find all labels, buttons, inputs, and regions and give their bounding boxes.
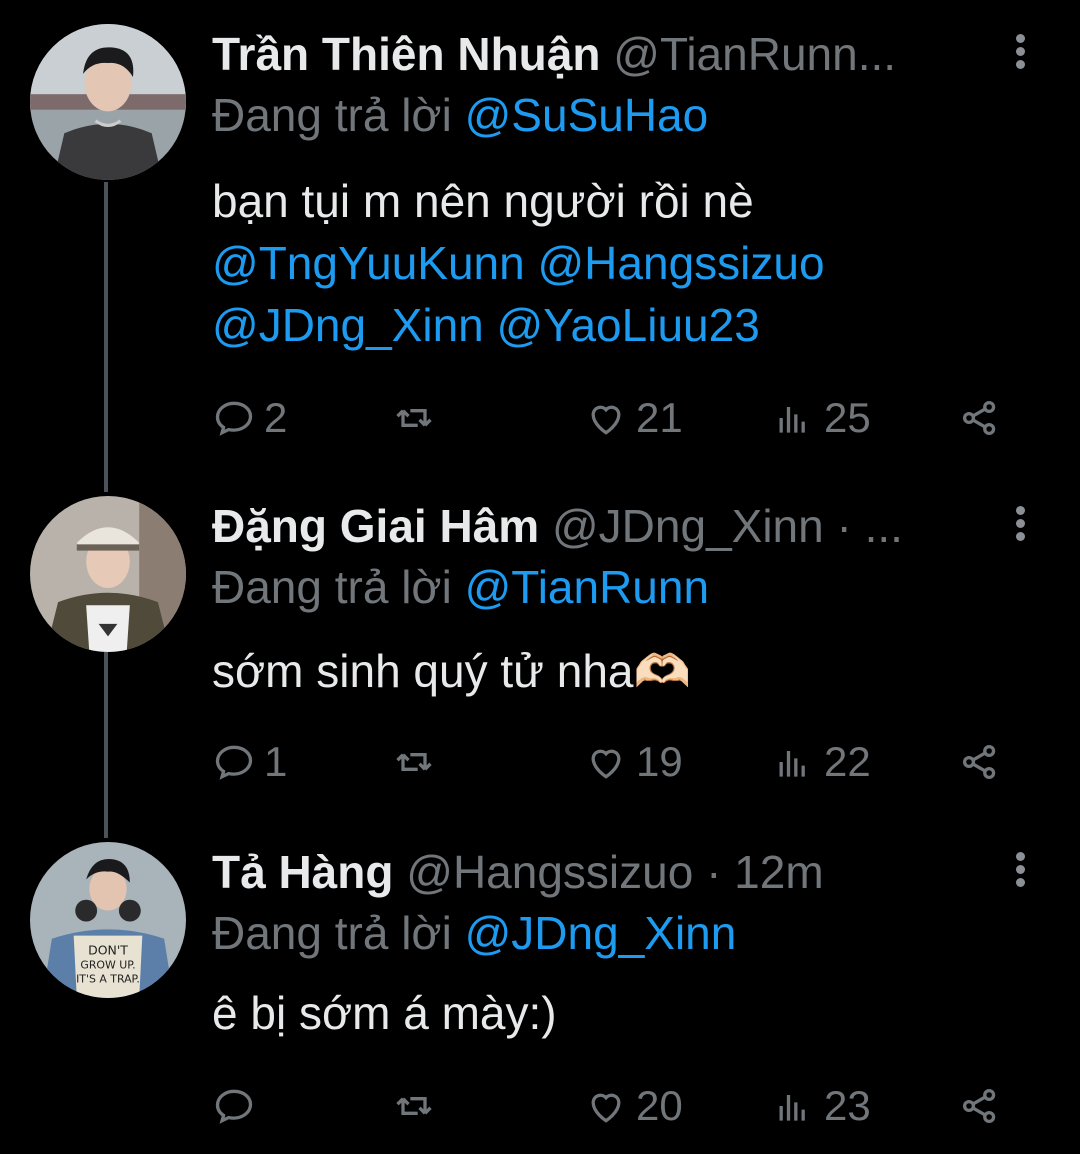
share-button[interactable] — [958, 1076, 1010, 1136]
tweet-mentions-line[interactable]: @TngYuuKunn @Hangssizuo — [212, 232, 1000, 294]
more-icon[interactable] — [1008, 34, 1032, 74]
share-icon — [962, 744, 996, 780]
tweet-actions: 1 19 22 — [212, 732, 1020, 792]
avatar-image: DON'T GROW UP. IT'S A TRAP. — [30, 842, 186, 998]
display-name[interactable]: Đặng Giai Hâm — [212, 500, 539, 552]
replying-to: Đang trả lời @TianRunn — [212, 558, 709, 616]
replying-to: Đang trả lời @SuSuHao — [212, 86, 708, 144]
replying-label: Đang trả lời — [212, 561, 452, 613]
tweet-mentions-line[interactable]: @JDng_Xinn @YaoLiuu23 — [212, 294, 1000, 356]
reply-icon — [215, 401, 253, 436]
more-icon[interactable] — [1008, 852, 1032, 892]
avatar-shirt-text: GROW UP. — [80, 958, 135, 971]
reply-count: 1 — [264, 738, 288, 785]
like-button[interactable]: 19 — [584, 732, 683, 792]
tweet[interactable]: Đặng Giai Hâm @JDng_Xinn · ... Đang trả … — [0, 496, 1080, 806]
replying-mention[interactable]: @TianRunn — [465, 561, 709, 613]
share-icon — [962, 1088, 996, 1124]
avatar[interactable] — [30, 496, 186, 652]
reply-button[interactable] — [212, 1076, 264, 1136]
avatar-shirt-text: IT'S A TRAP. — [76, 972, 140, 985]
replying-label: Đang trả lời — [212, 907, 452, 959]
like-icon — [591, 405, 621, 435]
replying-to: Đang trả lời @JDng_Xinn — [212, 904, 736, 962]
tweet-text: bạn tụi m nên người rồi nè @TngYuuKunn @… — [212, 170, 1000, 356]
reply-button[interactable]: 1 — [212, 732, 287, 792]
like-button[interactable]: 20 — [584, 1076, 683, 1136]
tweet[interactable]: Trần Thiên Nhuận @TianRunn... Đang trả l… — [0, 24, 1080, 454]
tweet-text: ê bị sớm á mày:) — [212, 982, 1000, 1044]
reply-count: 2 — [264, 394, 288, 441]
like-count: 21 — [636, 394, 683, 441]
avatar[interactable] — [30, 24, 186, 180]
share-icon — [962, 400, 996, 436]
views-button[interactable]: 22 — [772, 732, 871, 792]
retweet-button[interactable] — [392, 732, 444, 792]
views-count: 22 — [824, 738, 871, 785]
display-name[interactable]: Tả Hàng — [212, 846, 393, 898]
reply-icon — [215, 1089, 253, 1124]
views-icon — [779, 407, 805, 433]
username[interactable]: @Hangssizuo · 12m — [406, 846, 823, 898]
tweet[interactable]: DON'T GROW UP. IT'S A TRAP. Tả Hàng @Han… — [0, 842, 1080, 1142]
username[interactable]: @JDng_Xinn · ... — [552, 500, 903, 552]
avatar-image — [30, 496, 186, 652]
tweet-actions: 2 21 25 — [212, 388, 1020, 448]
avatar[interactable]: DON'T GROW UP. IT'S A TRAP. — [30, 842, 186, 998]
views-icon — [779, 751, 805, 777]
more-icon[interactable] — [1008, 506, 1032, 546]
like-count: 19 — [636, 738, 683, 785]
tweet-header: Tả Hàng @Hangssizuo · 12m — [212, 842, 1000, 902]
retweet-button[interactable] — [392, 388, 444, 448]
share-button[interactable] — [958, 732, 1010, 792]
replying-label: Đang trả lời — [212, 89, 452, 141]
like-button[interactable]: 21 — [584, 388, 683, 448]
share-button[interactable] — [958, 388, 1010, 448]
replying-mention[interactable]: @SuSuHao — [465, 89, 709, 141]
avatar-shirt-text: DON'T — [88, 942, 128, 957]
username[interactable]: @TianRunn... — [613, 28, 896, 80]
like-icon — [591, 749, 621, 779]
replying-mention[interactable]: @JDng_Xinn — [465, 907, 737, 959]
tweet-text-line: bạn tụi m nên người rồi nè — [212, 175, 754, 227]
retweet-icon — [396, 1097, 432, 1115]
views-count: 25 — [824, 394, 871, 441]
tweet-text-line: sớm sinh quý tử nha🫶🏻 — [212, 645, 691, 697]
views-button[interactable]: 25 — [772, 388, 871, 448]
views-button[interactable]: 23 — [772, 1076, 871, 1136]
tweet-actions: 20 23 — [212, 1076, 1020, 1136]
retweet-button[interactable] — [392, 1076, 444, 1136]
tweet-header: Trần Thiên Nhuận @TianRunn... — [212, 24, 1000, 84]
tweet-text-line: ê bị sớm á mày:) — [212, 987, 557, 1039]
views-icon — [779, 1095, 805, 1121]
retweet-icon — [396, 409, 432, 427]
reply-icon — [215, 745, 253, 780]
reply-button[interactable]: 2 — [212, 388, 287, 448]
retweet-icon — [396, 753, 432, 771]
display-name[interactable]: Trần Thiên Nhuận — [212, 28, 600, 80]
like-icon — [591, 1093, 621, 1123]
tweet-header: Đặng Giai Hâm @JDng_Xinn · ... — [212, 496, 1000, 556]
like-count: 20 — [636, 1082, 683, 1129]
tweet-text: sớm sinh quý tử nha🫶🏻 — [212, 640, 1000, 702]
views-count: 23 — [824, 1082, 871, 1129]
avatar-image — [30, 24, 186, 180]
